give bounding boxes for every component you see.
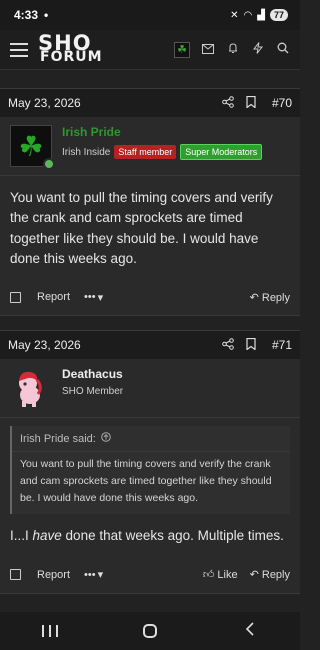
caret-down-icon: ▾ [97, 569, 104, 582]
report-link[interactable]: Report [37, 291, 70, 303]
logo-line2: FORUM [40, 49, 103, 66]
post-number[interactable]: #70 [272, 96, 292, 110]
post-date[interactable]: May 23, 2026 [8, 96, 222, 110]
post-body: I...I have done that weeks ago. Multiple… [0, 514, 300, 556]
post-header: May 23, 2026 #71 [0, 331, 300, 359]
quote-author[interactable]: Irish Pride said: [20, 433, 96, 445]
reply-button[interactable]: ↶ Reply [250, 291, 290, 304]
share-icon[interactable] [222, 95, 234, 111]
recent-apps-button[interactable] [30, 625, 70, 637]
report-link[interactable]: Report [37, 569, 70, 581]
like-button[interactable]: 👍︎ Like [203, 568, 238, 581]
select-checkbox[interactable] [10, 291, 21, 303]
avatar[interactable] [10, 367, 52, 409]
reply-button[interactable]: ↶ Reply [250, 568, 290, 581]
username[interactable]: Deathacus [62, 367, 123, 381]
bolt-icon[interactable] [251, 42, 265, 57]
reply-label: Reply [261, 291, 290, 304]
mute-icon: ✕ [230, 9, 239, 21]
more-label: ••• [84, 291, 96, 303]
body-part: done that weeks ago. Multiple times. [61, 528, 284, 544]
post-71: May 23, 2026 #71 Deathacus SHO Member Ir… [0, 330, 300, 594]
post-number[interactable]: #71 [272, 338, 292, 352]
back-button[interactable] [230, 621, 270, 641]
user-title: Irish Inside [62, 146, 111, 158]
post-author: Deathacus SHO Member [0, 359, 300, 418]
body-part: I...I [10, 528, 33, 544]
reply-icon: ↶ [249, 569, 259, 582]
body-emphasis: have [32, 528, 62, 544]
share-icon[interactable] [222, 337, 234, 353]
moderator-badge: Super Moderators [180, 144, 263, 160]
quote-block: Irish Pride said: You want to pull the t… [10, 426, 290, 515]
quote-text: You want to pull the timing covers and v… [12, 451, 290, 514]
more-label: ••• [84, 568, 96, 581]
user-title: SHO Member [62, 386, 124, 397]
select-checkbox[interactable] [10, 569, 21, 581]
post-body: You want to pull the timing covers and v… [10, 190, 273, 266]
caret-down-icon: ▾ [97, 291, 104, 304]
thumbs-up-icon: 👍︎ [202, 569, 215, 582]
wifi-icon: ◠ [243, 9, 253, 21]
post-actions: Report ••• ▾ 👍︎ Like ↶ Reply [0, 557, 300, 593]
home-button[interactable] [130, 624, 170, 638]
shamrock-icon: ☘ [18, 130, 44, 162]
bell-icon[interactable] [226, 42, 240, 57]
site-logo[interactable]: SHO FORUM [38, 32, 103, 66]
top-navbar: SHO FORUM ☘ [0, 30, 300, 70]
bookmark-icon[interactable] [246, 337, 256, 353]
system-nav-bar [0, 612, 300, 650]
battery-icon: 77 [269, 9, 288, 21]
status-bar: 4:33 • ✕ ◠ ▟ 77 [0, 0, 300, 30]
more-options-button[interactable]: ••• ▾ [84, 291, 103, 304]
online-status-icon [43, 158, 55, 170]
post-date[interactable]: May 23, 2026 [8, 338, 222, 352]
post-author: ☘ Irish Pride Irish Inside Staff member … [0, 117, 300, 176]
like-label: Like [217, 569, 238, 582]
more-options-button[interactable]: ••• ▾ [84, 568, 104, 582]
status-dot: • [44, 8, 49, 22]
inbox-icon[interactable] [201, 43, 215, 57]
user-avatar-icon[interactable]: ☘ [174, 41, 190, 58]
avatar[interactable]: ☘ [10, 125, 55, 170]
menu-icon[interactable] [10, 42, 28, 57]
post-actions: Report ••• ▾ ↶ Reply [0, 279, 300, 315]
bookmark-icon[interactable] [246, 95, 256, 111]
staff-badge: Staff member [114, 145, 177, 159]
signal-icon: ▟ [257, 9, 265, 21]
reply-icon: ↶ [249, 291, 259, 304]
search-icon[interactable] [276, 42, 290, 57]
post-header: May 23, 2026 #70 [0, 89, 300, 117]
post-70: May 23, 2026 #70 ☘ Irish Pride Irish Ins… [0, 88, 300, 316]
status-time: 4:33 [14, 8, 39, 22]
expand-quote-icon[interactable] [101, 432, 111, 445]
username[interactable]: Irish Pride [62, 125, 262, 139]
reply-label: Reply [261, 569, 290, 582]
